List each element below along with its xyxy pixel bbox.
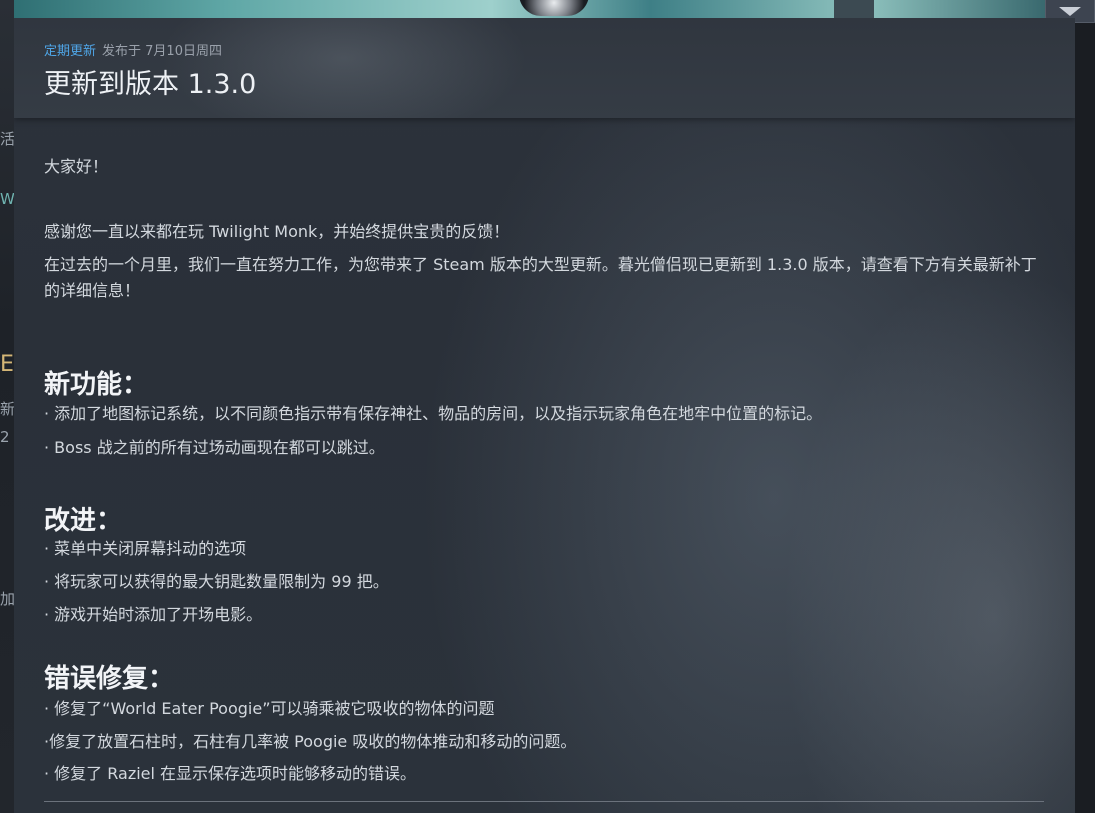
banner-character-art [519,0,589,16]
background-fragment: 活 [0,130,14,148]
event-type-tag[interactable]: 定期更新 [44,44,96,59]
list-item: · 游戏开始时添加了开场电影。 [44,605,263,624]
list-item: ·修复了放置石柱时，石柱有几率被 Poogie 吸收的物体推动和移动的问题。 [44,732,577,751]
event-banner-image [14,0,1075,18]
background-fragment: 加 [0,590,14,608]
page: 活 W E 新 2 加 定期更新 发布于 7月10日周四 更新到版本 1.3.0 … [0,0,1095,813]
section-heading-new-features: 新功能： [44,370,149,400]
greeting-text: 大家好！ [44,157,109,176]
event-meta: 定期更新 发布于 7月10日周四 [44,40,222,59]
content-divider [44,801,1044,802]
list-item: · 菜单中关闭屏幕抖动的选项 [44,539,247,558]
event-modal: 定期更新 发布于 7月10日周四 更新到版本 1.3.0 大家好！ 感谢您一直以来… [14,18,1075,813]
list-item: · Boss 战之前的所有过场动画现在都可以跳过。 [44,438,385,457]
intro-paragraph: 在过去的一个月里，我们一直在努力工作，为您带来了 Steam 版本的大型更新。暮… [44,255,1037,300]
background-fragment: E [0,352,14,377]
event-header: 定期更新 发布于 7月10日周四 更新到版本 1.3.0 [14,18,1075,118]
banner-art-detail [834,0,874,18]
list-item: · 修复了“World Eater Poogie”可以骑乘被它吸收的物体的问题 [44,699,495,718]
list-item: · 将玩家可以获得的最大钥匙数量限制为 99 把。 [44,572,389,591]
background-fragment: 新 [0,400,14,418]
list-item: · 添加了地图标记系统，以不同颜色指示带有保存神社、物品的房间，以及指示玩家角色… [44,404,823,423]
background-fragment: 2 [0,428,10,446]
chevron-down-icon [1059,6,1081,16]
publish-date: 发布于 7月10日周四 [102,44,222,59]
section-heading-bug-fixes: 错误修复： [44,664,175,694]
intro-paragraph: 感谢您一直以来都在玩 Twilight Monk，并始终提供宝贵的反馈！ [44,222,510,241]
list-item: · 修复了 Raziel 在显示保存选项时能够移动的错误。 [44,764,417,783]
background-right-panel [1075,0,1095,813]
section-heading-improvements: 改进： [44,506,123,536]
background-fragment: W [0,190,14,208]
event-title: 更新到版本 1.3.0 [44,69,257,100]
